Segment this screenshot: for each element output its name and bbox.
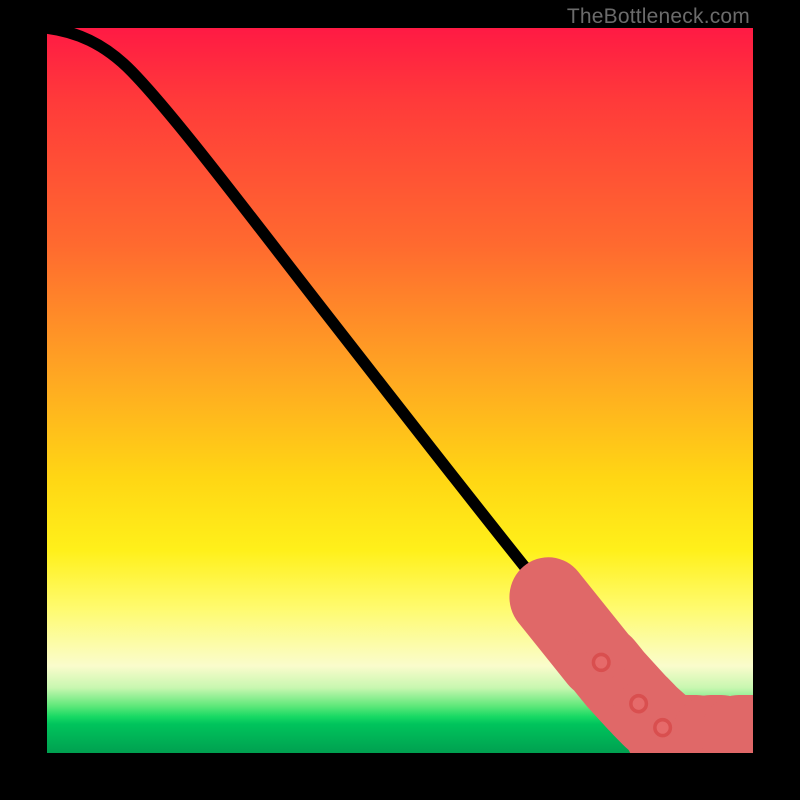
chart-frame: TheBottleneck.com bbox=[0, 0, 800, 800]
marker-dot bbox=[655, 720, 671, 736]
marker-dot bbox=[631, 696, 647, 712]
watermark-text: TheBottleneck.com bbox=[567, 5, 750, 29]
marker-dot bbox=[593, 654, 609, 670]
curve-layer bbox=[47, 28, 753, 753]
bottleneck-curve bbox=[47, 28, 753, 735]
plot-area bbox=[47, 28, 753, 753]
